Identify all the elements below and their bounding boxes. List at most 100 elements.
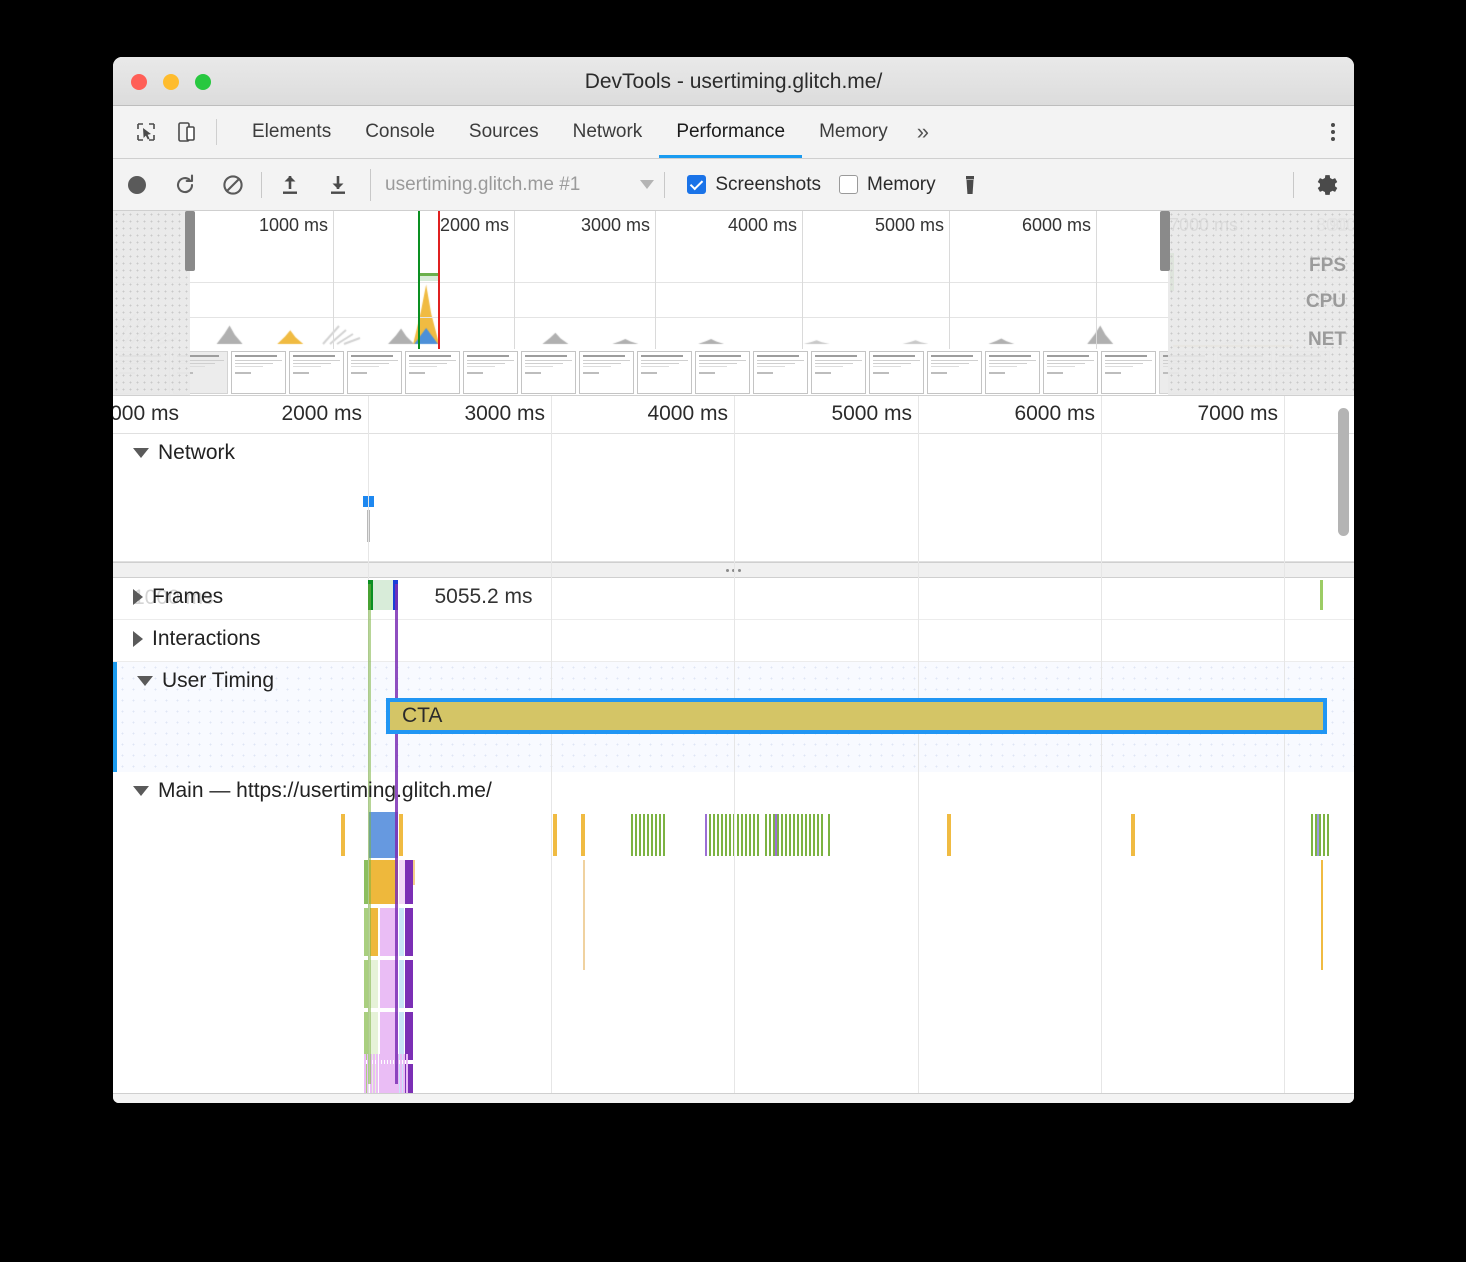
flame-bar-timer[interactable] xyxy=(765,814,767,856)
chevron-right-icon[interactable] xyxy=(133,589,143,605)
flame-bar-paint[interactable] xyxy=(405,908,413,956)
filmstrip-thumbnail[interactable] xyxy=(753,351,808,394)
flame-bar-timer[interactable] xyxy=(643,814,645,856)
filmstrip-thumbnail[interactable] xyxy=(347,351,402,394)
more-tabs-button[interactable]: » xyxy=(905,106,941,158)
load-profile-icon[interactable] xyxy=(266,173,314,197)
flame-bar-task[interactable] xyxy=(553,814,557,856)
flame-bar-timer[interactable] xyxy=(651,814,653,856)
flame-bar-timer[interactable] xyxy=(713,814,715,856)
flame-bar-timer[interactable] xyxy=(709,814,711,856)
filmstrip-thumbnail[interactable] xyxy=(579,351,634,394)
tab-call-tree[interactable]: Call Tree xyxy=(396,1094,522,1103)
profile-selector[interactable]: usertiming.glitch.me #1 xyxy=(370,169,660,201)
flame-bar-event[interactable] xyxy=(705,814,707,856)
trash-icon[interactable] xyxy=(946,173,994,197)
flame-bar-timer[interactable] xyxy=(725,814,727,856)
flame-bar-timer[interactable] xyxy=(805,814,807,856)
flame-bar-timer[interactable] xyxy=(797,814,799,856)
chevron-down-icon[interactable] xyxy=(133,786,149,796)
flame-bar-timer[interactable] xyxy=(1327,814,1329,856)
flame-bar-layout[interactable] xyxy=(399,960,404,1008)
memory-checkbox[interactable]: Memory xyxy=(839,174,936,196)
flame-bar-timer[interactable] xyxy=(789,814,791,856)
flame-bar-task[interactable] xyxy=(947,814,951,856)
flame-bar-timer[interactable] xyxy=(828,814,830,856)
flame-bar-timer[interactable] xyxy=(659,814,661,856)
flame-bar-timer[interactable] xyxy=(745,814,747,856)
flame-bar-timer[interactable] xyxy=(631,814,633,856)
filmstrip-thumbnail[interactable] xyxy=(1043,351,1098,394)
flame-bar-timer[interactable] xyxy=(741,814,743,856)
tab-performance[interactable]: Performance xyxy=(659,106,802,158)
flame-bar-paint[interactable] xyxy=(405,1012,413,1060)
tab-elements[interactable]: Elements xyxy=(235,106,348,158)
flame-bar-timer[interactable] xyxy=(813,814,815,856)
tab-console[interactable]: Console xyxy=(348,106,452,158)
track-header-user-timing[interactable]: User Timing xyxy=(117,662,274,700)
tab-event-log[interactable]: Event Log xyxy=(522,1094,659,1103)
overview-selection-handle-left[interactable] xyxy=(185,211,195,271)
frame-block[interactable] xyxy=(373,580,393,610)
flame-bar-timer[interactable] xyxy=(785,814,787,856)
flame-bar-paint[interactable] xyxy=(405,860,413,904)
tab-bottom-up[interactable]: Bottom-Up xyxy=(254,1094,396,1103)
flame-bar-event[interactable] xyxy=(775,814,777,856)
flame-bar-hairline[interactable] xyxy=(1321,860,1323,970)
filmstrip-thumbnail[interactable] xyxy=(1101,351,1156,394)
filmstrip-thumbnail[interactable] xyxy=(869,351,924,394)
filmstrip-thumbnail[interactable] xyxy=(811,351,866,394)
filmstrip-thumbnail[interactable] xyxy=(927,351,982,394)
record-circle-icon[interactable] xyxy=(113,173,161,197)
flame-bar-layout[interactable] xyxy=(399,908,404,956)
flame-chart-panel[interactable]: 000 ms2000 ms3000 ms4000 ms5000 ms6000 m… xyxy=(113,396,1354,1093)
flame-bar-timer[interactable] xyxy=(801,814,803,856)
filmstrip-thumbnail[interactable] xyxy=(231,351,286,394)
screenshots-checkbox-box[interactable] xyxy=(687,175,706,194)
cursor-select-icon[interactable] xyxy=(126,106,166,158)
flame-bar-leaf[interactable] xyxy=(373,1054,375,1093)
flame-bar-hairline[interactable] xyxy=(413,860,415,885)
filmstrip-thumbnail[interactable] xyxy=(521,351,576,394)
flame-bar-timer[interactable] xyxy=(793,814,795,856)
filmstrip-thumbnail[interactable] xyxy=(289,351,344,394)
clear-icon[interactable] xyxy=(209,173,257,197)
flame-bar-timer[interactable] xyxy=(769,814,771,856)
flame-bar-leaf[interactable] xyxy=(406,1054,408,1093)
flame-bar-leaf[interactable] xyxy=(388,1054,390,1093)
flame-bar-timer[interactable] xyxy=(749,814,751,856)
user-timing-measure-cta[interactable]: CTA xyxy=(386,698,1327,734)
flame-bar-timer[interactable] xyxy=(729,814,731,856)
tab-network[interactable]: Network xyxy=(556,106,660,158)
flame-bar-timer[interactable] xyxy=(809,814,811,856)
flame-bar-timer[interactable] xyxy=(1323,814,1325,856)
flame-bar-timer[interactable] xyxy=(647,814,649,856)
flame-bar-layout[interactable] xyxy=(399,1012,404,1060)
flame-bar-function-call[interactable] xyxy=(370,1012,378,1060)
flame-bar-timer[interactable] xyxy=(663,814,665,856)
chevron-down-icon[interactable] xyxy=(133,448,149,458)
chevron-right-icon[interactable] xyxy=(133,631,143,647)
tab-memory[interactable]: Memory xyxy=(802,106,905,158)
memory-checkbox-box[interactable] xyxy=(839,175,858,194)
flame-bar-paint[interactable] xyxy=(405,960,413,1008)
filmstrip-thumbnail[interactable] xyxy=(637,351,692,394)
flame-bar-hairline[interactable] xyxy=(583,860,585,970)
flame-bar-leaf[interactable] xyxy=(376,1054,378,1093)
flame-bar-task[interactable] xyxy=(341,814,345,856)
filmstrip-thumbnail[interactable] xyxy=(463,351,518,394)
flame-bar-timer[interactable] xyxy=(1311,814,1313,856)
track-header-main[interactable]: Main — https://usertiming.glitch.me/ xyxy=(113,772,492,810)
flame-bar-timer[interactable] xyxy=(781,814,783,856)
gear-icon[interactable] xyxy=(1298,172,1354,198)
flame-bar-task[interactable] xyxy=(1131,814,1135,856)
flame-bar-function-call[interactable] xyxy=(370,960,378,1008)
tab-summary[interactable]: Summary xyxy=(122,1094,254,1103)
flame-bar-timer[interactable] xyxy=(717,814,719,856)
flame-bar-leaf[interactable] xyxy=(382,1054,384,1093)
flame-bar-leaf[interactable] xyxy=(385,1054,387,1093)
chevron-down-icon[interactable] xyxy=(137,676,153,686)
flame-bar-timer[interactable] xyxy=(821,814,823,856)
flame-bar-timer[interactable] xyxy=(753,814,755,856)
save-profile-icon[interactable] xyxy=(314,173,362,197)
